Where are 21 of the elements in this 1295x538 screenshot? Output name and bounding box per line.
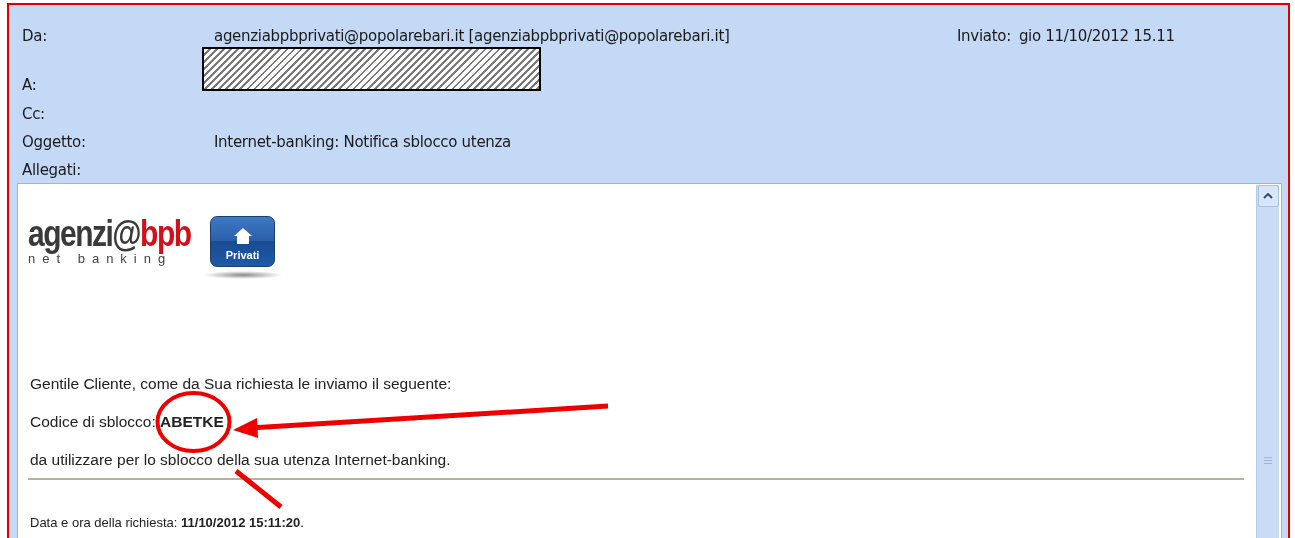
grip-icon — [1264, 457, 1272, 464]
house-icon — [232, 226, 253, 245]
message-paragraph: Gentile Cliente, come da Sua richiesta le inviamo il seguente: — [30, 375, 452, 393]
annotation-line — [234, 469, 283, 509]
field-label: Inviato: — [957, 26, 1011, 47]
field-value: gio 11/10/2012 15.11 — [1018, 26, 1175, 47]
message-paragraph: da utilizzare per lo sblocco della sua utenza Internet-banking. — [30, 451, 451, 469]
caret-icon — [1263, 193, 1273, 199]
field-label: Cc: — [22, 104, 46, 125]
field-label: Da: — [22, 26, 48, 47]
scroll-up-button[interactable] — [1257, 185, 1279, 207]
field-label: Allegati: — [22, 160, 82, 181]
privati-badge: Privati — [210, 216, 276, 267]
message-paragraph: Codice di sblocco: ABETKE — [30, 413, 224, 431]
brand-logo: agenzi@bpb net banking — [28, 216, 191, 265]
request-timestamp: Data e ora della richiesta: 11/10/2012 15:11:20. — [30, 514, 304, 532]
field-label: A: — [22, 75, 38, 96]
field-label: Oggetto: — [22, 132, 87, 153]
field-value: agenziabpbprivati@popolarebari.it [agenziabpbprivati@popolarebari.it] — [214, 26, 730, 47]
scrollbar[interactable] — [1256, 185, 1279, 538]
field-value: Internet-banking: Notifica sblocco utenza — [214, 132, 511, 153]
